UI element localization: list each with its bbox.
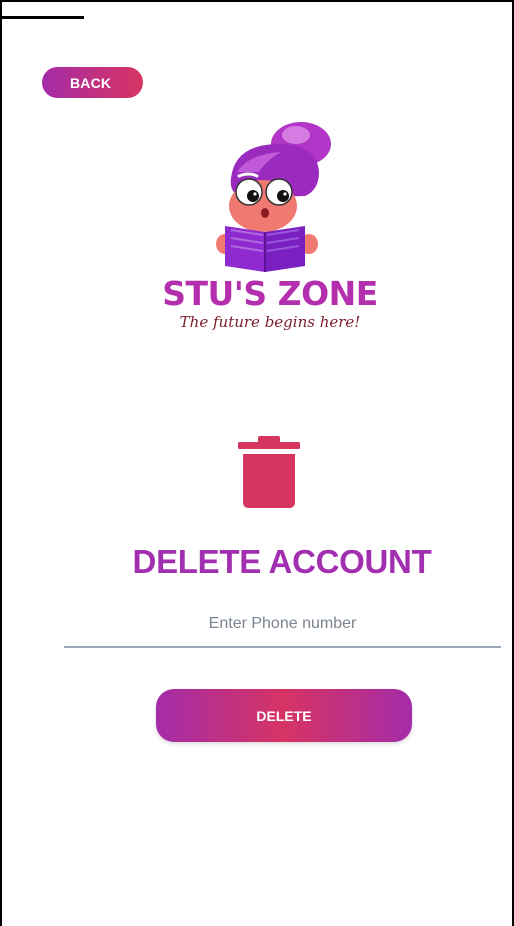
- brand-name: STU'S ZONE: [162, 274, 378, 313]
- trash-icon: [238, 436, 300, 508]
- top-edge-tab: [2, 2, 84, 19]
- page-title: DELETE ACCOUNT: [132, 543, 432, 580]
- delete-button[interactable]: DELETE: [156, 689, 412, 742]
- back-button[interactable]: BACK: [42, 67, 143, 98]
- phone-number-input[interactable]: [64, 608, 501, 648]
- app-screen: BACK STU'S ZONE The future begins here!: [0, 0, 514, 926]
- brand-tagline: The future begins here!: [179, 313, 361, 331]
